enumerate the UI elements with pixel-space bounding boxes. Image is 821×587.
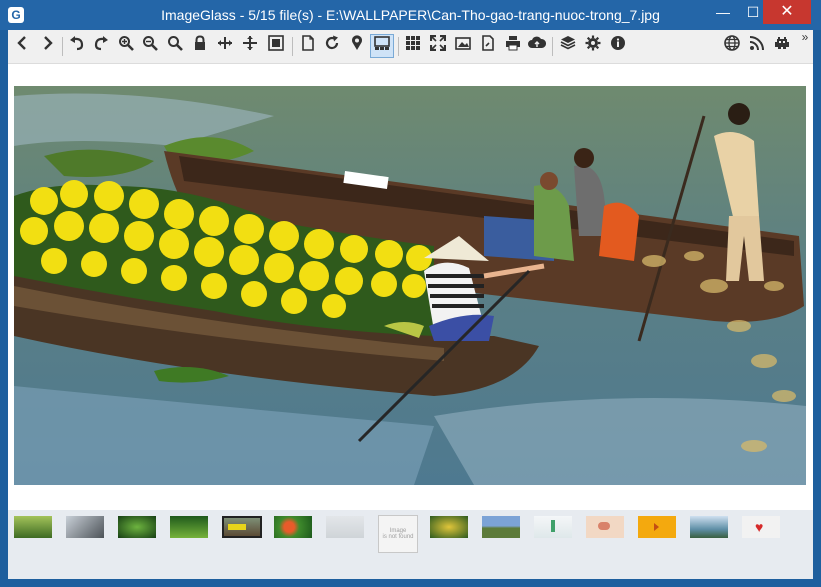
print-icon[interactable] — [502, 35, 524, 57]
title-bar[interactable]: G ImageGlass - 5/15 file(s) - E:\WALLPAP… — [0, 0, 821, 30]
zoom-actual-icon[interactable] — [164, 35, 186, 57]
thumbnail-plant — [551, 520, 555, 532]
thumbnail-3[interactable] — [118, 516, 156, 538]
refresh-icon[interactable] — [321, 35, 343, 57]
toolbar: » — [8, 30, 813, 64]
open-file-icon[interactable] — [297, 35, 319, 57]
plugins-icon[interactable] — [557, 35, 579, 57]
zoom-out-icon[interactable] — [139, 35, 161, 57]
thumbnail-bar: Image is not found ♥ — [8, 510, 813, 579]
zoom-in-icon[interactable] — [115, 35, 137, 57]
settings-icon[interactable] — [582, 35, 604, 57]
thumbnail-10[interactable] — [482, 516, 520, 538]
arrow-right-icon[interactable] — [36, 35, 58, 57]
main-image — [14, 86, 806, 485]
close-button[interactable]: ✕ — [763, 0, 811, 24]
arrow-left-icon[interactable] — [12, 35, 34, 57]
thumbnail-1[interactable] — [14, 516, 52, 538]
thumbnail-6[interactable] — [274, 516, 312, 538]
thumbnail-7[interactable] — [326, 516, 364, 538]
convert-icon[interactable] — [477, 35, 499, 57]
rotate-right-icon[interactable] — [90, 35, 112, 57]
lock-icon[interactable] — [189, 35, 211, 57]
toolbar-separator — [292, 37, 293, 56]
thumbnail-5-selected[interactable] — [222, 516, 262, 538]
thumbnail-13[interactable] — [638, 516, 676, 538]
window-title: ImageGlass - 5/15 file(s) - E:\WALLPAPER… — [161, 7, 660, 23]
about-icon[interactable] — [607, 35, 629, 57]
minimize-button[interactable]: — — [708, 0, 738, 24]
thumbnail-4[interactable] — [170, 516, 208, 538]
thumbnail-14[interactable] — [690, 516, 728, 538]
thumbnail-12[interactable] — [586, 516, 624, 538]
goto-icon[interactable] — [346, 35, 368, 57]
thumbnail-8-missing[interactable]: Image is not found — [378, 515, 418, 553]
thumbnail-2[interactable] — [66, 516, 104, 538]
scale-width-icon[interactable] — [214, 35, 236, 57]
thumbnail-icon[interactable] — [370, 34, 394, 58]
play-icon — [654, 523, 659, 531]
heart-icon: ♥ — [755, 519, 764, 535]
thumbnail-15[interactable]: ♥ — [742, 516, 780, 538]
thumbnail-11[interactable] — [534, 516, 572, 538]
image-viewer[interactable] — [8, 64, 813, 510]
toolbar-overflow-icon[interactable]: » — [794, 30, 816, 52]
feed-icon[interactable] — [746, 35, 768, 57]
app-window: G ImageGlass - 5/15 file(s) - E:\WALLPAP… — [0, 0, 821, 587]
auto-zoom-icon[interactable] — [265, 35, 287, 57]
checkerboard-icon[interactable] — [402, 35, 424, 57]
scale-height-icon[interactable] — [239, 35, 261, 57]
thumbnail-9[interactable] — [430, 516, 468, 538]
slideshow-icon[interactable] — [452, 35, 474, 57]
globe-icon[interactable] — [721, 35, 743, 57]
fullscreen-icon[interactable] — [427, 34, 449, 57]
toolbar-separator — [62, 37, 63, 56]
thumbnail-flowers — [228, 524, 246, 530]
missing-image-label-2: is not found — [382, 534, 414, 540]
bug-icon[interactable] — [771, 35, 793, 57]
rotate-left-icon[interactable] — [66, 35, 88, 57]
thumbnail-bird — [598, 522, 610, 530]
upload-icon[interactable] — [526, 35, 548, 57]
toolbar-separator — [398, 37, 399, 56]
toolbar-separator — [552, 37, 553, 56]
